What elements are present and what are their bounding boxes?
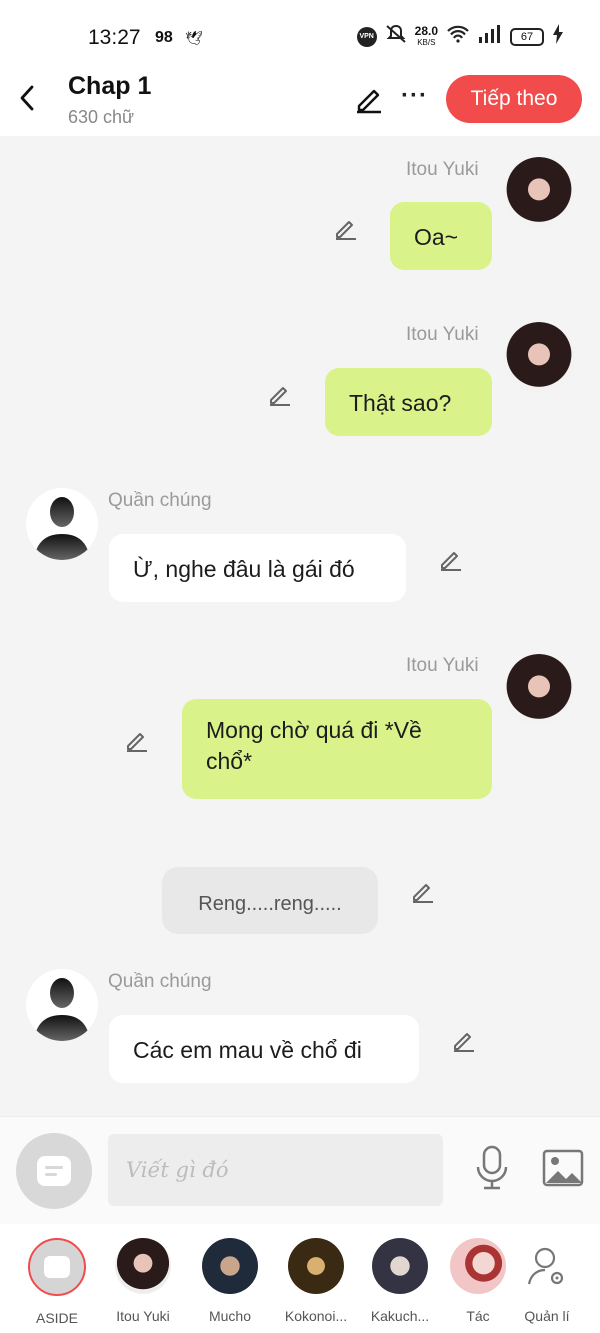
- sender-name: Itou Yuki: [406, 159, 479, 180]
- sender-name: Itou Yuki: [406, 655, 479, 676]
- edit-pencil-icon[interactable]: [438, 546, 464, 572]
- status-bar: 13:27 98 🕊 VPN 28.0 KB/S 67: [0, 0, 600, 70]
- back-arrow-icon[interactable]: [16, 84, 40, 111]
- more-options-icon[interactable]: ···: [401, 82, 428, 110]
- nav-item-kokonoi[interactable]: Kokonoi...: [273, 1234, 359, 1324]
- edit-title-pencil-icon[interactable]: [354, 84, 384, 114]
- edit-pencil-icon[interactable]: [333, 215, 359, 241]
- avatar: [450, 1238, 506, 1294]
- sender-name: Quần chúng: [108, 490, 212, 511]
- message-bubble[interactable]: Oa~: [390, 202, 492, 270]
- word-count: 630 chữ: [68, 107, 135, 127]
- aside-icon: [37, 1156, 71, 1186]
- aside-icon: [28, 1238, 86, 1296]
- nav-item-kakucho[interactable]: Kakuch...: [357, 1234, 443, 1324]
- avatar: [372, 1238, 428, 1294]
- message-input[interactable]: [108, 1134, 443, 1206]
- message-bubble[interactable]: Ừ, nghe đâu là gái đó: [109, 534, 406, 602]
- chapter-title: Chap 1: [68, 72, 152, 100]
- avatar-itou-yuki[interactable]: [503, 322, 575, 394]
- narration-bubble[interactable]: Reng.....reng.....: [162, 867, 378, 934]
- message-bubble[interactable]: Các em mau về chổ đi: [109, 1015, 419, 1083]
- signal-icon: [478, 25, 502, 48]
- edit-pencil-icon[interactable]: [410, 878, 436, 904]
- avatar-quan-chung[interactable]: [26, 969, 98, 1041]
- mute-icon: [385, 24, 407, 49]
- next-chapter-button[interactable]: Tiếp theo: [446, 75, 582, 123]
- network-speed: 28.0 KB/S: [414, 23, 438, 47]
- avatar-itou-yuki[interactable]: [503, 654, 575, 726]
- edit-pencil-icon[interactable]: [124, 727, 150, 753]
- app-notification-icon: 🕊: [185, 30, 203, 46]
- header: Chap 1 630 chữ ··· Tiếp theo: [0, 70, 600, 136]
- user-settings-icon: [519, 1238, 575, 1294]
- nav-item-manage[interactable]: Quản lí: [504, 1234, 590, 1324]
- sender-name: Itou Yuki: [406, 324, 479, 345]
- nav-item-mucho[interactable]: Mucho: [187, 1234, 273, 1324]
- avatar: [115, 1238, 171, 1294]
- sender-name: Quần chúng: [108, 971, 212, 992]
- edit-pencil-icon[interactable]: [451, 1027, 477, 1053]
- avatar: [288, 1238, 344, 1294]
- wifi-icon: [446, 25, 470, 48]
- avatar-itou-yuki[interactable]: [503, 157, 575, 229]
- character-nav: ASIDE Itou Yuki Mucho Kokonoi... Kakuch.…: [0, 1224, 600, 1333]
- avatar: [202, 1238, 258, 1294]
- avatar-quan-chung[interactable]: [26, 488, 98, 560]
- nav-item-aside[interactable]: ASIDE: [14, 1234, 100, 1326]
- aside-toggle-button[interactable]: [16, 1133, 92, 1209]
- message-bubble[interactable]: Thật sao?: [325, 368, 492, 436]
- edit-pencil-icon[interactable]: [267, 381, 293, 407]
- charging-icon: [552, 24, 564, 49]
- composer-bar: [0, 1116, 600, 1224]
- image-upload-icon[interactable]: [542, 1149, 584, 1187]
- battery-icon: 67: [510, 27, 544, 46]
- vpn-icon: VPN: [356, 26, 377, 47]
- nav-item-itou-yuki[interactable]: Itou Yuki: [100, 1234, 186, 1324]
- status-time: 13:27: [88, 26, 141, 49]
- microphone-icon[interactable]: [474, 1145, 510, 1191]
- notification-count: 98: [155, 29, 173, 46]
- message-bubble[interactable]: Mong chờ quá đi *Về chổ*: [182, 699, 492, 799]
